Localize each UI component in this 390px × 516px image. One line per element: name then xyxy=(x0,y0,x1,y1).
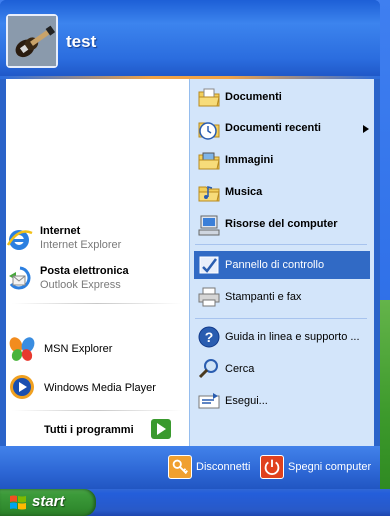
right-item-search[interactable]: Cerca xyxy=(195,356,367,382)
pinned-item-title: Internet xyxy=(40,225,81,237)
outlook-express-icon xyxy=(9,266,31,290)
right-item-label: Immagini xyxy=(225,154,274,166)
right-item-help[interactable]: ? Guida in linea e supporto ... xyxy=(195,324,367,350)
recent-item-label: MSN Explorer xyxy=(44,343,113,355)
recent-item-media-player[interactable]: Windows Media Player xyxy=(6,372,181,404)
search-icon xyxy=(198,359,218,379)
left-separator xyxy=(12,410,182,411)
start-button[interactable]: start xyxy=(0,489,96,516)
right-item-label: Esegui... xyxy=(225,395,268,407)
right-separator xyxy=(195,244,367,245)
user-avatar[interactable] xyxy=(6,14,58,68)
printer-icon xyxy=(198,287,220,307)
right-item-recent-documents[interactable]: Documenti recenti xyxy=(195,116,369,142)
user-name: test xyxy=(66,32,97,51)
pictures-folder-icon xyxy=(198,152,220,170)
key-icon xyxy=(168,455,192,479)
logoff-label: Disconnetti xyxy=(196,461,251,473)
start-menu: test Internet Internet Explorer Posta el… xyxy=(0,0,380,489)
pinned-item-subtitle: Internet Explorer xyxy=(40,239,122,251)
my-computer-icon xyxy=(198,215,220,236)
windows-flag-icon xyxy=(10,495,26,510)
right-item-label: Guida in linea e supporto ... xyxy=(225,331,360,343)
guitar-picture-icon xyxy=(8,16,56,66)
media-player-icon xyxy=(10,375,34,399)
submenu-arrow-icon xyxy=(363,125,369,133)
right-item-label: Stampanti e fax xyxy=(225,291,302,303)
right-item-documents[interactable]: Documenti xyxy=(195,85,367,111)
right-item-control-panel[interactable]: Pannello di controllo xyxy=(194,251,370,279)
right-item-music[interactable]: Musica xyxy=(195,180,367,206)
right-item-label: Risorse del computer xyxy=(225,218,338,230)
power-icon xyxy=(260,455,284,479)
right-separator xyxy=(195,318,367,319)
right-item-label: Cerca xyxy=(225,363,255,375)
left-separator xyxy=(12,303,182,304)
internet-explorer-icon xyxy=(6,230,33,250)
music-folder-icon xyxy=(198,186,220,202)
svg-text:?: ? xyxy=(205,329,214,345)
run-icon xyxy=(198,393,220,409)
start-label: start xyxy=(32,493,65,510)
right-item-run[interactable]: Esegui... xyxy=(195,388,367,414)
logoff-button[interactable]: Disconnetti xyxy=(168,455,258,481)
start-menu-header: test xyxy=(0,0,380,78)
pinned-item-title: Posta elettronica xyxy=(40,265,129,277)
shutdown-button[interactable]: Spegni computer xyxy=(260,455,375,481)
shutdown-label: Spegni computer xyxy=(288,461,372,473)
help-icon: ? xyxy=(198,326,220,348)
right-item-label: Documenti xyxy=(225,91,282,103)
documents-folder-icon xyxy=(198,88,220,107)
recent-documents-icon xyxy=(198,122,220,140)
all-programs-label[interactable]: Tutti i programmi xyxy=(44,424,134,436)
right-item-my-computer[interactable]: Risorse del computer xyxy=(195,212,367,238)
recent-item-label: Windows Media Player xyxy=(44,382,156,394)
control-panel-icon xyxy=(199,256,219,274)
pinned-item-email[interactable]: Posta elettronica Outlook Express xyxy=(6,264,181,296)
msn-butterfly-icon xyxy=(9,337,35,361)
right-item-label: Musica xyxy=(225,186,263,198)
recent-item-msn-explorer[interactable]: MSN Explorer xyxy=(6,334,181,366)
pinned-item-subtitle: Outlook Express xyxy=(40,279,121,291)
right-item-label: Documenti recenti xyxy=(225,122,321,134)
green-arrow-right-icon[interactable] xyxy=(151,419,171,439)
right-item-printers[interactable]: Stampanti e fax xyxy=(195,284,367,310)
right-item-label: Pannello di controllo xyxy=(225,259,325,271)
right-item-pictures[interactable]: Immagini xyxy=(195,148,367,174)
pinned-item-internet[interactable]: Internet Internet Explorer xyxy=(6,224,181,256)
